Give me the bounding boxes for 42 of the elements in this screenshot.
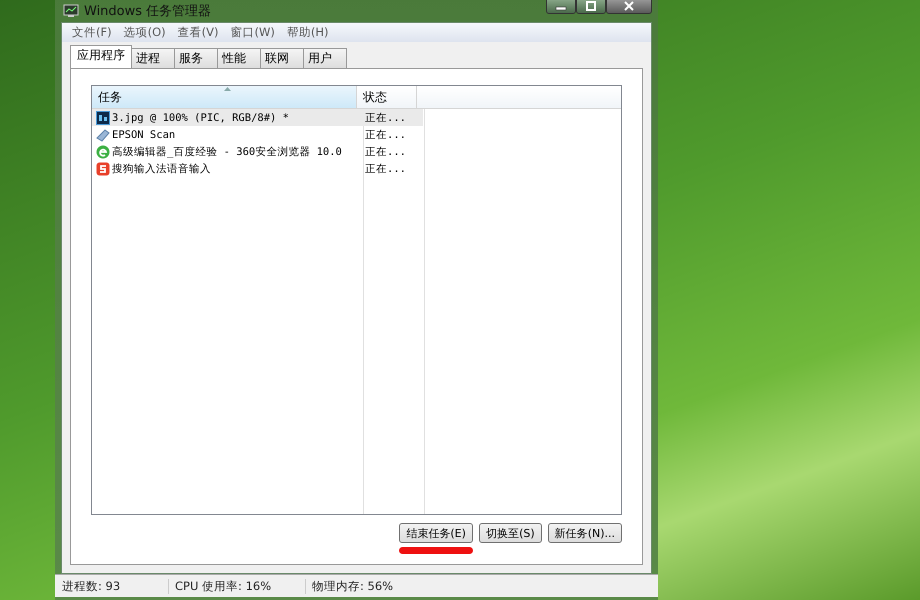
task-name: EPSON Scan xyxy=(112,128,176,140)
status-text: 物理内存: 56% xyxy=(311,578,394,594)
dialog-button[interactable]: 结束任务(E) xyxy=(399,523,473,543)
task-status: 正在... xyxy=(365,162,406,176)
tab[interactable]: 应用程序 xyxy=(70,45,132,68)
task-status: 正在... xyxy=(365,110,406,124)
monitor-icon xyxy=(63,4,79,18)
s-logo-icon xyxy=(96,162,110,176)
tab[interactable]: 进程 xyxy=(131,48,175,68)
task-name: 搜狗输入法语音输入 xyxy=(112,162,211,176)
task-name: 高级编辑器_百度经验 - 360安全浏览器 10.0 xyxy=(112,144,342,158)
menu-item[interactable]: 文件(F) xyxy=(66,25,118,40)
tab[interactable]: 联网 xyxy=(260,48,304,68)
task-name: 3.jpg @ 100% (PIC, RGB/8#) * xyxy=(112,112,290,124)
e-logo-icon xyxy=(96,144,110,158)
column-header[interactable]: 状态 xyxy=(357,86,417,108)
menu-item[interactable]: 选项(O) xyxy=(118,25,172,40)
task-row[interactable]: 搜狗输入法语音输入 正在... xyxy=(92,160,423,177)
tab[interactable]: 服务 xyxy=(174,48,218,68)
menu-item[interactable]: 帮助(H) xyxy=(280,25,334,40)
status-text: 进程数: 93 xyxy=(62,578,169,594)
maximize-button[interactable] xyxy=(576,0,606,14)
tab[interactable]: 性能 xyxy=(217,48,261,68)
tab[interactable]: 用户 xyxy=(303,48,347,68)
menu-item[interactable]: 查看(V) xyxy=(172,25,224,40)
task-status: 正在... xyxy=(365,128,406,142)
task-status: 正在... xyxy=(365,144,406,158)
app-square-icon xyxy=(96,110,110,124)
task-row[interactable]: EPSON Scan 正在... xyxy=(92,126,423,143)
dialog-button[interactable]: 新任务(N)... xyxy=(548,523,622,543)
window-title: Windows 任务管理器 xyxy=(84,3,212,20)
close-button[interactable] xyxy=(606,0,652,14)
task-row[interactable]: 3.jpg @ 100% (PIC, RGB/8#) * 正在... xyxy=(92,109,423,126)
task-row[interactable]: 高级编辑器_百度经验 - 360安全浏览器 10.0 正在... xyxy=(92,143,423,160)
status-text: CPU 使用率: 16% xyxy=(169,578,306,594)
dialog-button[interactable]: 切换至(S) xyxy=(479,523,542,543)
close-icon xyxy=(623,1,635,11)
menu-item[interactable]: 窗口(W) xyxy=(224,25,281,40)
maximize-icon xyxy=(585,1,597,11)
column-header[interactable]: 任务 xyxy=(92,86,357,108)
minimize-button[interactable] xyxy=(546,0,576,14)
sort-caret-icon xyxy=(224,87,231,91)
